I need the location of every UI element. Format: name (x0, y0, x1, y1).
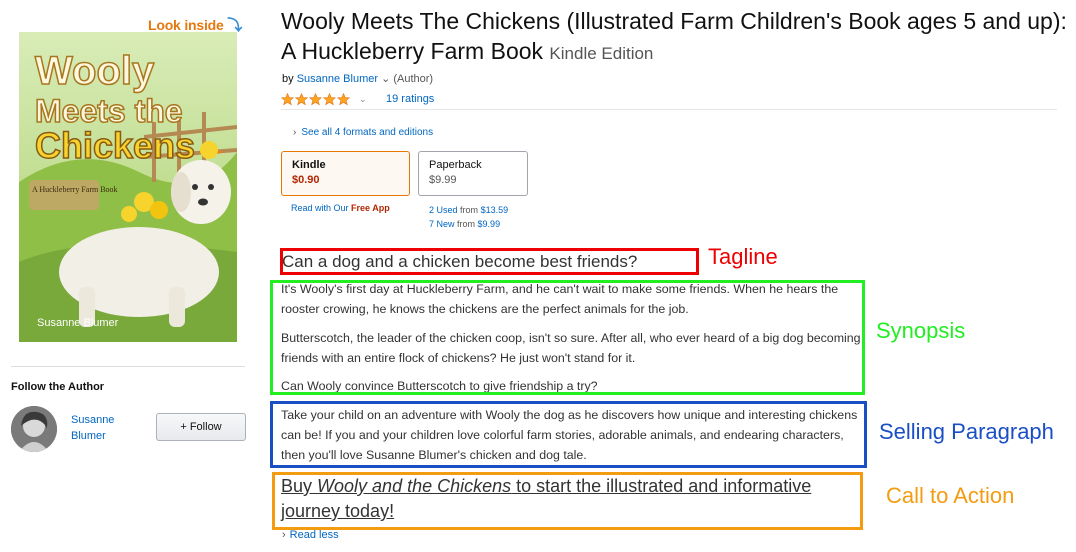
format-price: $0.90 (292, 174, 320, 186)
read-with-app-link[interactable]: Read with Our Free App (291, 203, 390, 213)
follow-button[interactable]: + Follow (156, 413, 246, 441)
read-less-label: Read less (289, 529, 339, 541)
read-less-link[interactable]: › Read less (282, 529, 339, 541)
star-icon (295, 93, 308, 106)
star-icon (281, 93, 294, 106)
chevron-down-icon[interactable]: ⌄ (359, 94, 367, 105)
author-link[interactable]: Susanne Blumer (297, 73, 378, 85)
cover-title-1: Wooly (35, 49, 155, 93)
cover-series: A Huckleberry Farm Book (32, 185, 118, 194)
new-from: from (457, 219, 476, 229)
format-paperback[interactable]: Paperback $9.99 (418, 151, 528, 196)
synopsis-annotation-box (270, 280, 865, 395)
star-icon (309, 93, 322, 106)
format-name: Kindle (292, 159, 326, 171)
book-cover[interactable]: Wooly Meets the Chickens A Huckleberry F… (19, 32, 237, 342)
star-rating[interactable]: ⌄ (281, 93, 367, 106)
cover-title-2: Meets the (35, 93, 183, 129)
author-name-link[interactable]: Susanne Blumer (71, 412, 131, 444)
product-title-text: Wooly Meets The Chickens (Illustrated Fa… (281, 8, 1067, 64)
tagline-annotation-label: Tagline (708, 244, 778, 269)
selling-annotation-label: Selling Paragraph (879, 419, 1054, 444)
used-offers[interactable]: 2 Used from $13.59 (429, 203, 508, 217)
see-all-formats-link[interactable]: › See all 4 formats and editions (293, 127, 433, 138)
free-app-label: Free App (351, 203, 390, 213)
chevron-up-icon: › (282, 529, 286, 541)
divider (281, 109, 1057, 110)
author-avatar[interactable] (11, 406, 57, 452)
divider (11, 366, 245, 367)
product-title: Wooly Meets The Chickens (Illustrated Fa… (281, 6, 1071, 69)
new-label: 7 New (429, 219, 455, 229)
format-kindle[interactable]: Kindle $0.90 (281, 151, 410, 196)
see-all-formats-label: See all 4 formats and editions (301, 127, 434, 138)
cover-title-3: Chickens (35, 125, 195, 166)
format-price: $9.99 (429, 174, 457, 186)
ratings-count-link[interactable]: 19 ratings (386, 93, 434, 105)
cta-annotation-box (272, 472, 863, 530)
format-name: Paperback (429, 159, 482, 171)
author-role: (Author) (393, 73, 434, 85)
new-offers[interactable]: 7 New from $9.99 (429, 217, 508, 231)
by-label: by (282, 73, 294, 85)
read-with-label: Read with Our (291, 203, 349, 213)
chevron-down-icon[interactable]: ⌄ (381, 73, 390, 85)
used-label: 2 Used (429, 205, 458, 215)
used-price: $13.59 (480, 205, 509, 215)
new-price: $9.99 (477, 219, 501, 229)
edition-label: Kindle Edition (549, 44, 654, 63)
offers: 2 Used from $13.59 7 New from $9.99 (429, 203, 508, 231)
tagline-annotation-box (280, 248, 699, 275)
used-from: from (460, 205, 479, 215)
follow-heading: Follow the Author (11, 381, 105, 393)
cta-annotation-label: Call to Action (886, 483, 1015, 508)
synopsis-annotation-label: Synopsis (876, 318, 966, 343)
star-icon (337, 93, 350, 106)
look-inside-label: Look inside (148, 17, 224, 33)
byline: by Susanne Blumer ⌄ (Author) (282, 72, 433, 85)
selling-annotation-box (270, 401, 867, 468)
star-icon (323, 93, 336, 106)
cover-author: Susanne Blumer (37, 317, 119, 329)
chevron-right-icon: › (293, 127, 297, 138)
